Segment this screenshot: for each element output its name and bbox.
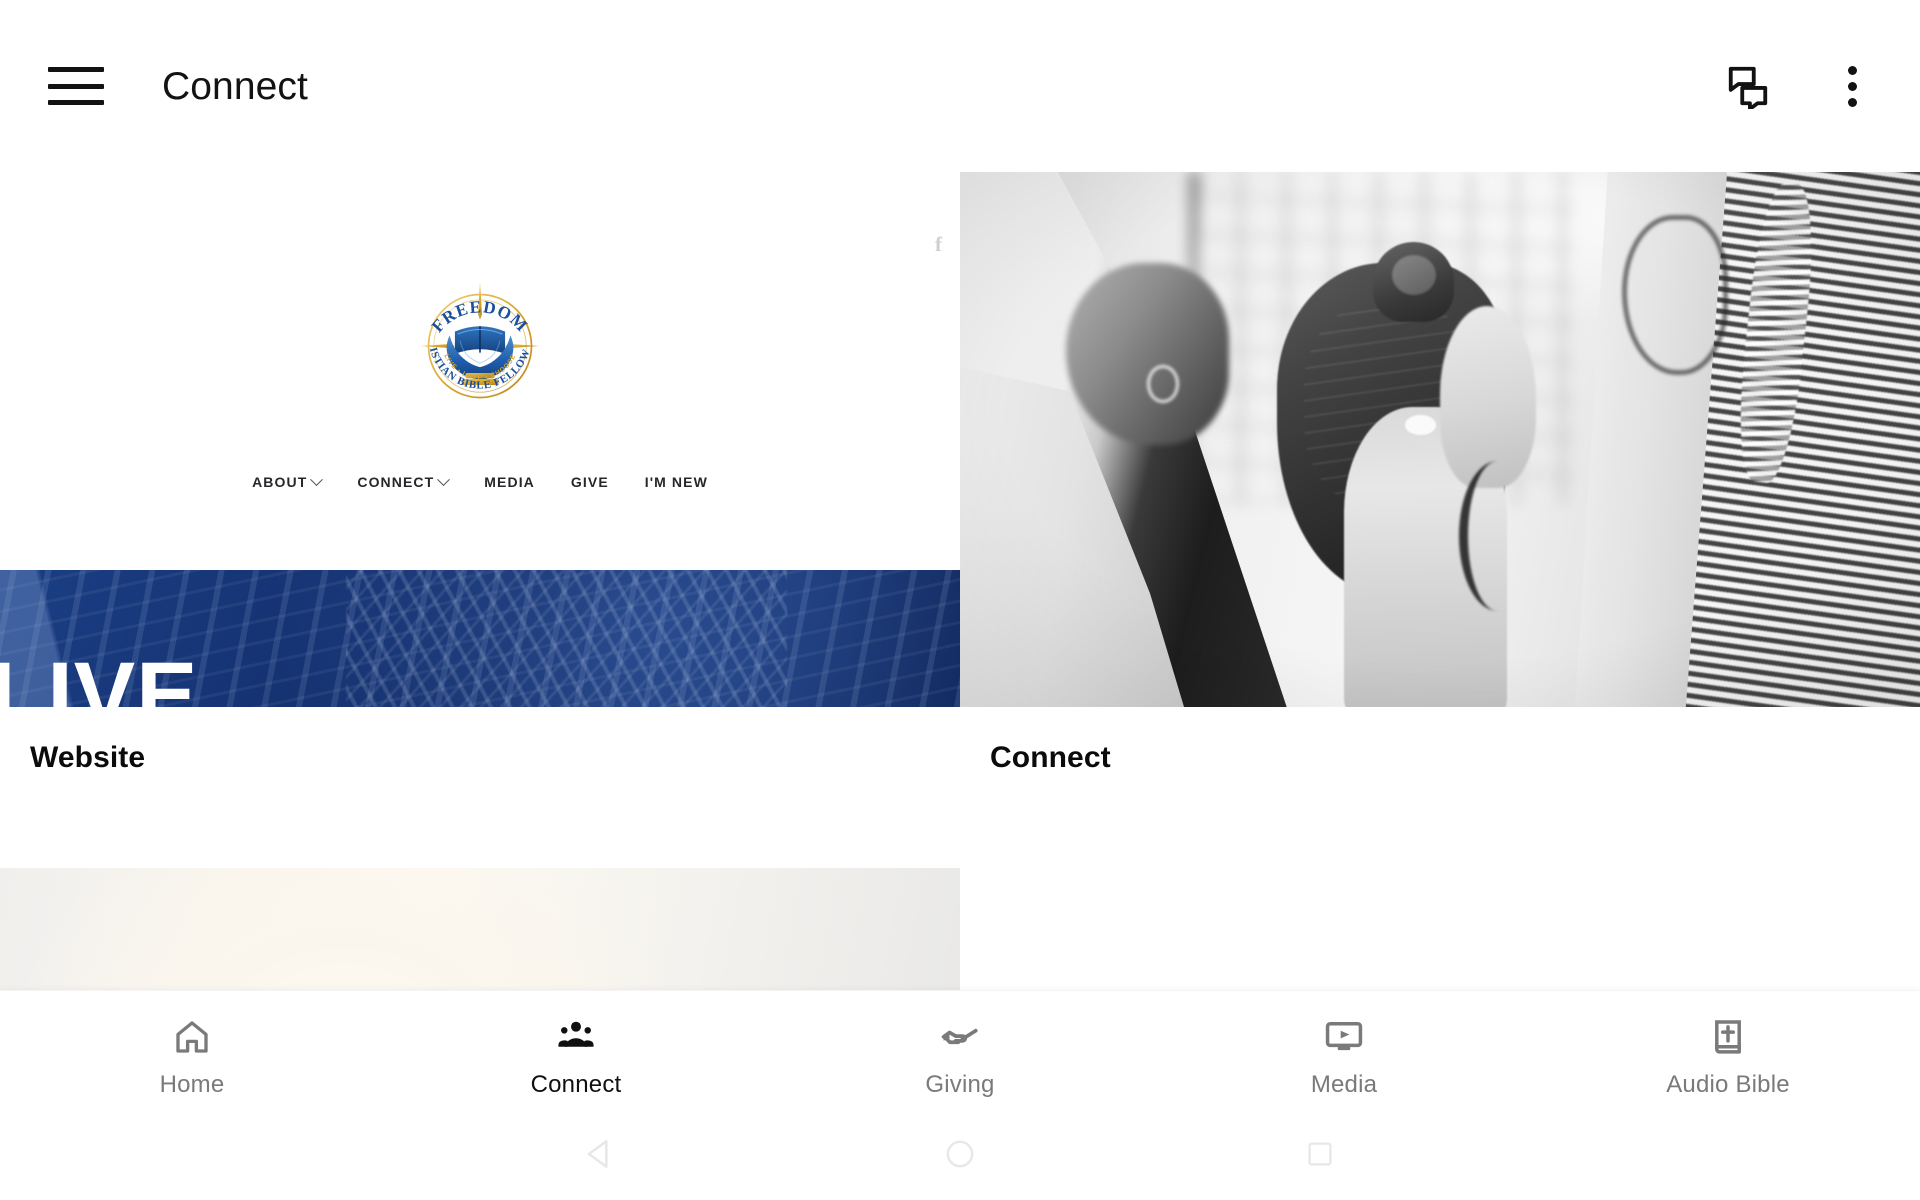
dot — [1847, 97, 1857, 107]
website-nav-imnew-label: I'M NEW — [644, 474, 708, 490]
tab-giving-label: Giving — [925, 1071, 995, 1098]
website-nav-about-label: ABOUT — [252, 474, 308, 490]
dot — [1847, 81, 1857, 91]
tv-play-icon — [1322, 1015, 1366, 1059]
content-scroll-area[interactable]: f FREEDOM ISTIAN BIBLE FELLOW LIVE • LOV… — [0, 172, 1920, 990]
hamburger-bar — [48, 83, 104, 89]
groups-icon — [554, 1015, 598, 1059]
dot — [1847, 65, 1857, 75]
tab-home-label: Home — [159, 1071, 225, 1098]
facebook-icon[interactable]: f — [935, 234, 942, 255]
hamburger-menu-icon[interactable] — [48, 63, 104, 109]
website-hero-banner: LIVE — [0, 570, 960, 707]
home-icon — [170, 1015, 214, 1059]
page-title: Connect — [162, 64, 308, 108]
cream-gradient-photo — [0, 867, 960, 990]
chevron-down-icon — [310, 472, 324, 486]
tab-media[interactable]: Media — [1152, 1005, 1536, 1097]
tab-audio-bible[interactable]: Audio Bible — [1536, 1005, 1920, 1097]
card-row-gap — [0, 776, 1920, 868]
card-grid: f FREEDOM ISTIAN BIBLE FELLOW LIVE • LOV… — [0, 172, 1920, 990]
card-title-connect: Connect — [990, 741, 1111, 774]
volunteer-hand-icon — [938, 1015, 982, 1059]
clasped-hands-photo — [960, 172, 1920, 707]
website-nav-about[interactable]: ABOUT — [252, 472, 324, 490]
home-circle-icon[interactable] — [923, 1117, 997, 1191]
tab-media-label: Media — [1310, 1071, 1378, 1098]
card-website[interactable]: f FREEDOM ISTIAN BIBLE FELLOW LIVE • LOV… — [0, 172, 960, 776]
card-connect[interactable]: Connect — [960, 172, 1920, 776]
tab-giving[interactable]: Giving — [768, 1005, 1152, 1097]
tab-connect[interactable]: Connect — [384, 1005, 768, 1097]
website-hero-headline: LIVE — [0, 644, 199, 707]
card-title-website: Website — [30, 741, 146, 774]
app-root: Connect f FREEDOM ISTIAN BIBLE FELLOW LI… — [0, 0, 1920, 1200]
recents-square-icon[interactable] — [1283, 1117, 1357, 1191]
card-connect-media — [960, 172, 1920, 707]
more-vertical-icon[interactable] — [1820, 54, 1884, 118]
appbar-actions — [1716, 54, 1884, 118]
website-nav-connect[interactable]: CONNECT — [357, 472, 451, 490]
tab-home[interactable]: Home — [0, 1005, 384, 1097]
hamburger-bar — [48, 67, 104, 72]
chevron-down-icon — [437, 472, 451, 486]
top-app-bar: Connect — [0, 0, 1920, 172]
freedom-church-logo: FREEDOM CHRISTIAN BIBLE FELLOWSHIP LIVE … — [409, 271, 546, 412]
website-nav-imnew[interactable]: I'M NEW — [645, 474, 708, 490]
hamburger-bar — [48, 100, 104, 105]
website-nav: ABOUT CONNECT MEDIA GIVE I'M NEW — [252, 472, 708, 490]
card-third[interactable] — [0, 867, 960, 990]
tab-connect-label: Connect — [530, 1071, 622, 1098]
chat-bubbles-icon[interactable] — [1716, 54, 1780, 118]
card-third-media — [0, 867, 960, 990]
website-nav-media-label: MEDIA — [484, 474, 535, 490]
bible-book-icon — [1706, 1015, 1750, 1059]
website-nav-give[interactable]: GIVE — [571, 474, 609, 490]
back-triangle-icon[interactable] — [563, 1117, 637, 1191]
website-nav-connect-label: CONNECT — [357, 474, 435, 490]
photo-vignette — [960, 172, 1920, 707]
system-navigation-bar — [0, 1108, 1920, 1200]
tab-audio-bible-label: Audio Bible — [1666, 1071, 1790, 1098]
website-nav-media[interactable]: MEDIA — [484, 474, 535, 490]
website-preview: f FREEDOM ISTIAN BIBLE FELLOW LIVE • LOV… — [0, 172, 960, 707]
website-nav-give-label: GIVE — [570, 474, 609, 490]
card-website-media: f FREEDOM ISTIAN BIBLE FELLOW LIVE • LOV… — [0, 172, 960, 707]
